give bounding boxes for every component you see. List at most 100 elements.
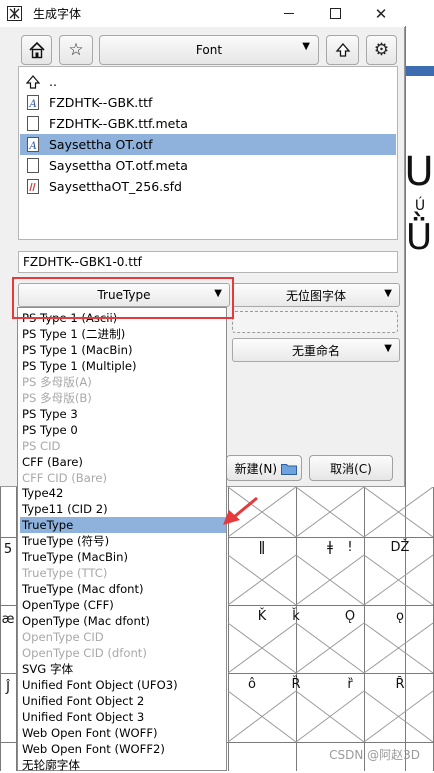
svg-text:A: A: [29, 99, 37, 110]
chevron-down-icon: ▼: [302, 41, 310, 52]
format-option: PS CID: [22, 438, 61, 453]
format-dropdown-list[interactable]: PS Type 1 (Ascii) PS Type 1 (二进制) PS Type …: [17, 307, 227, 773]
list-item[interactable]: A FZDHTK--GBK.ttf: [20, 92, 396, 113]
glyph-cell[interactable]: U: [404, 150, 434, 194]
glyph-cell[interactable]: Ǫ: [330, 609, 370, 624]
list-item[interactable]: Saysettha OT.otf.meta: [20, 155, 396, 176]
blank-file-icon: [26, 116, 40, 132]
format-option: OpenType CID (dfont): [22, 645, 147, 660]
format-option[interactable]: PS Type 1 (Multiple): [20, 358, 226, 374]
up-arrow-icon: [26, 74, 40, 90]
close-icon: ✕: [374, 4, 388, 23]
format-option[interactable]: TrueType (符号): [20, 533, 226, 549]
font-file-icon: A: [26, 137, 40, 153]
glyph-cell[interactable]: Ĵ: [0, 680, 16, 695]
format-option[interactable]: TrueType (MacBin): [20, 549, 226, 565]
chevron-down-icon: ▼: [384, 288, 392, 299]
rename-select-value: 无重命名: [291, 343, 340, 358]
folder-icon: [281, 463, 297, 475]
svg-text:A: A: [29, 141, 37, 152]
blank-file-icon: [26, 158, 40, 174]
file-name: SaysetthaOT_256.sfd: [49, 179, 182, 194]
format-option[interactable]: Web Open Font (WOFF2): [20, 741, 226, 757]
maximize-icon: [329, 8, 341, 19]
format-option[interactable]: Unified Font Object 3: [20, 709, 226, 725]
glyph-cell[interactable]: ô: [228, 677, 276, 692]
rename-select[interactable]: 无重命名 ▼: [232, 338, 400, 362]
format-option[interactable]: Type42: [20, 485, 226, 501]
glyph-cell[interactable]: Ǜ: [404, 218, 434, 258]
minimize-icon: [284, 13, 294, 14]
format-option[interactable]: Unified Font Object (UFO3): [20, 677, 226, 693]
maximize-button[interactable]: [312, 0, 358, 27]
file-name: FZDHTK--GBK.ttf: [49, 95, 153, 110]
format-option[interactable]: 无轮廓字体: [20, 757, 226, 773]
format-option[interactable]: Unified Font Object 2: [20, 693, 226, 709]
home-icon: [28, 41, 45, 59]
chevron-down-icon: ▼: [384, 343, 392, 354]
home-button[interactable]: [21, 35, 52, 65]
glyph-cell[interactable]: ǩ: [276, 609, 316, 624]
bookmark-button[interactable]: ☆: [59, 35, 93, 65]
glyph-cell[interactable]: Ȑ: [276, 677, 316, 692]
empty-cell-crosses: [228, 487, 434, 743]
format-option[interactable]: TrueType (Mac dfont): [20, 581, 226, 597]
list-item-selected[interactable]: A Saysettha OT.otf: [20, 134, 396, 155]
bitmap-sizes-field[interactable]: [232, 311, 398, 333]
file-list[interactable]: .. A FZDHTK--GBK.ttf FZDHTK--GBK.ttf.met…: [18, 66, 398, 240]
format-option[interactable]: PS Type 0: [20, 422, 226, 438]
format-option-selected[interactable]: TrueType: [20, 517, 226, 534]
glyph-cell[interactable]: æ: [0, 612, 16, 627]
highlight-box: [12, 277, 234, 319]
format-option[interactable]: OpenType (Mac dfont): [20, 613, 226, 629]
glyph-cell[interactable]: !: [330, 540, 370, 555]
file-name: Saysettha OT.otf: [49, 137, 153, 152]
selection-strip: [406, 66, 434, 76]
glyph-cell[interactable]: DŽ: [380, 540, 420, 555]
title-bar[interactable]: 生成字体 ✕: [0, 0, 405, 27]
glyph-cell[interactable]: ǁ: [228, 540, 296, 555]
glyph-cell[interactable]: Ú: [406, 198, 434, 214]
watermark: CSDN @阿赵3D: [329, 748, 420, 762]
format-option: OpenType CID: [22, 630, 104, 644]
format-option[interactable]: PS Type 1 (二进制): [20, 326, 226, 342]
new-folder-label: 新建(N): [234, 461, 277, 476]
glyph-cell[interactable]: Ȓ: [380, 677, 420, 692]
format-option[interactable]: OpenType (CFF): [20, 597, 226, 613]
font-file-icon: A: [26, 95, 40, 111]
parent-folder-button[interactable]: [326, 35, 359, 65]
minimize-button[interactable]: [266, 0, 312, 27]
format-option[interactable]: PS Type 3: [20, 406, 226, 422]
new-folder-button[interactable]: 新建(N): [226, 455, 302, 481]
format-option: TrueType (TTC): [22, 566, 108, 581]
cancel-label: 取消(C): [330, 461, 372, 476]
format-option: CFF CID (Bare): [22, 470, 107, 485]
list-item[interactable]: SaysetthaOT_256.sfd: [20, 176, 396, 197]
close-button[interactable]: ✕: [358, 0, 404, 27]
folder-select-value: Font: [195, 43, 223, 57]
format-option[interactable]: Web Open Font (WOFF): [20, 725, 226, 741]
annotation-arrow-icon: [223, 496, 258, 525]
glyph-cell[interactable]: ȑ: [330, 677, 370, 692]
star-icon: ☆: [68, 40, 84, 60]
up-arrow-icon: [335, 43, 350, 57]
glyph-cell[interactable]: 5: [0, 542, 16, 557]
format-option[interactable]: Type11 (CID 2): [20, 501, 226, 517]
cancel-button[interactable]: 取消(C): [309, 455, 393, 481]
list-item[interactable]: ..: [20, 71, 396, 92]
bitmap-select[interactable]: 无位图字体 ▼: [232, 283, 400, 307]
folder-select[interactable]: Font ▼: [99, 35, 319, 65]
file-name: ..: [49, 74, 57, 89]
format-option[interactable]: PS Type 1 (MacBin): [20, 342, 226, 358]
settings-button[interactable]: ⚙: [366, 35, 397, 65]
format-option[interactable]: CFF (Bare): [20, 454, 226, 470]
format-option[interactable]: SVG 字体: [20, 661, 226, 677]
filename-input[interactable]: FZDHTK--GBK1-0.ttf: [18, 251, 398, 273]
file-name: FZDHTK--GBK.ttf.meta: [49, 116, 188, 131]
file-name: Saysettha OT.otf.meta: [49, 158, 188, 173]
bitmap-select-value: 无位图字体: [285, 288, 346, 303]
app-icon: [7, 6, 22, 21]
list-item[interactable]: FZDHTK--GBK.ttf.meta: [20, 113, 396, 134]
glyph-cell[interactable]: ǫ: [380, 609, 420, 624]
window-title: 生成字体: [33, 7, 82, 21]
